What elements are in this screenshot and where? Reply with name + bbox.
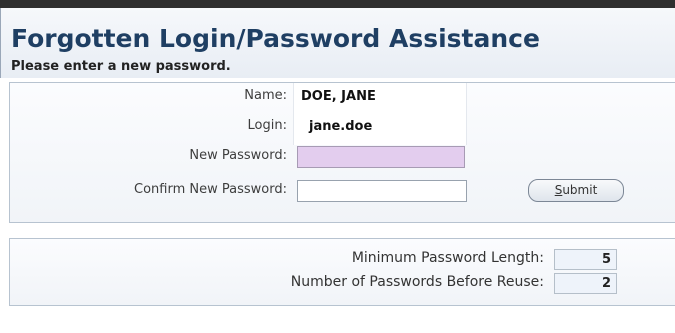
password-form-panel: Name: DOE, JANE Login: jane.doe New Pass… bbox=[9, 82, 675, 223]
confirm-password-label: Confirm New Password: bbox=[134, 182, 287, 197]
page-title: Forgotten Login/Password Assistance bbox=[11, 24, 540, 53]
login-value: jane.doe bbox=[309, 119, 373, 134]
name-label: Name: bbox=[244, 88, 287, 103]
page-subtitle: Please enter a new password. bbox=[11, 59, 231, 74]
reuse-label: Number of Passwords Before Reuse: bbox=[290, 274, 544, 290]
login-label: Login: bbox=[247, 118, 287, 133]
confirm-password-field[interactable] bbox=[297, 180, 467, 202]
min-length-label: Minimum Password Length: bbox=[351, 250, 544, 266]
password-policy-panel: Minimum Password Length: 5 Number of Pas… bbox=[9, 238, 675, 306]
min-length-value: 5 bbox=[554, 249, 617, 270]
top-border bbox=[0, 0, 675, 8]
new-password-field[interactable] bbox=[297, 146, 465, 168]
name-value: DOE, JANE bbox=[301, 89, 376, 104]
new-password-label: New Password: bbox=[189, 148, 287, 163]
reuse-value: 2 bbox=[554, 273, 617, 294]
submit-button[interactable]: Submit bbox=[528, 179, 624, 202]
submit-label: ubmit bbox=[562, 183, 598, 197]
page-header: Forgotten Login/Password Assistance Plea… bbox=[0, 8, 675, 78]
